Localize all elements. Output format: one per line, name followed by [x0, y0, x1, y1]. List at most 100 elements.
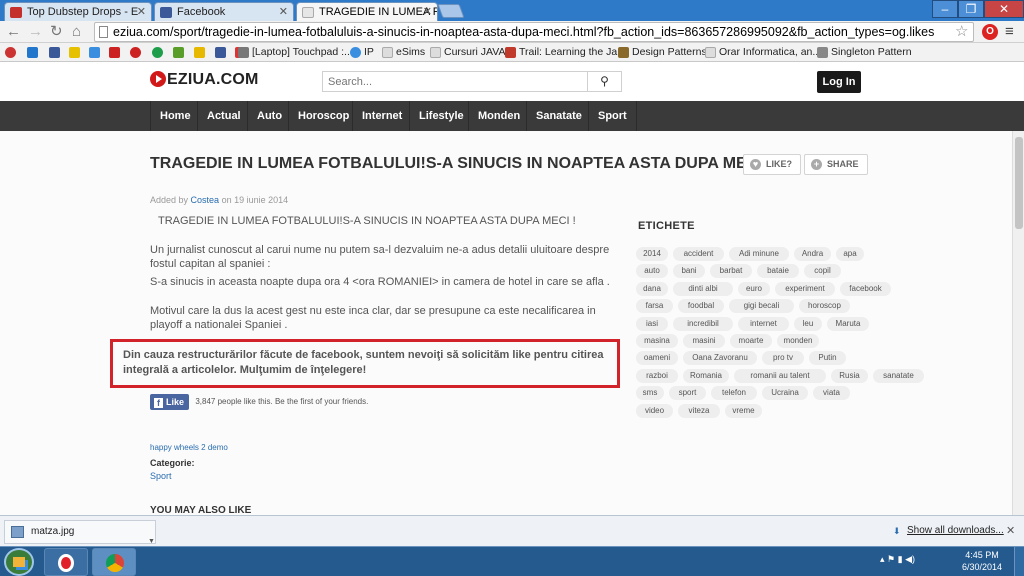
tag-item[interactable]: viata	[813, 386, 850, 401]
login-button[interactable]: Log In	[817, 71, 861, 93]
new-tab-button[interactable]	[437, 4, 465, 18]
facebook-icon[interactable]	[49, 47, 60, 58]
tag-item[interactable]: iasi	[636, 316, 668, 331]
tag-item[interactable]: experiment	[775, 281, 835, 296]
youtube-icon[interactable]	[109, 47, 120, 58]
tag-item[interactable]: horoscop	[799, 299, 850, 314]
nav-sanatate[interactable]: Sanatate	[526, 101, 591, 131]
show-desktop-button[interactable]	[1014, 547, 1024, 576]
tag-item[interactable]: Putin	[809, 351, 846, 366]
tag-item[interactable]: moarte	[730, 334, 772, 348]
taskbar-opera[interactable]	[44, 548, 88, 576]
start-button[interactable]	[4, 548, 34, 576]
nav-horoscop[interactable]: Horoscop	[288, 101, 358, 131]
tag-item[interactable]: foodbal	[678, 299, 724, 314]
close-icon[interactable]: ✕	[1006, 524, 1015, 537]
tab-youtube[interactable]: Top Dubstep Drops - E ✕	[4, 2, 152, 21]
site-logo[interactable]: EZIUA.COM	[150, 71, 259, 89]
close-window-button[interactable]: ✕	[984, 0, 1024, 18]
address-bar[interactable]: eziua.com/sport/tragedie-in-lumea-fotbal…	[94, 22, 974, 42]
system-tray[interactable]: ▴ ⚑ ▮ ◀)	[880, 554, 915, 565]
tag-item[interactable]: Oana Zavoranu	[683, 351, 757, 366]
tag-item[interactable]: monden	[777, 334, 819, 348]
bookmark-icon[interactable]	[69, 47, 80, 58]
tag-item[interactable]: facebook	[840, 281, 891, 296]
share-button[interactable]: + SHARE	[804, 154, 868, 175]
tag-item[interactable]: viteza	[678, 403, 720, 418]
tag-item[interactable]: copil	[804, 264, 841, 279]
tag-item[interactable]: sms	[636, 386, 664, 401]
tag-item[interactable]: accident	[673, 247, 724, 261]
bookmark-icon[interactable]	[130, 47, 141, 58]
tag-item[interactable]: leu	[794, 316, 822, 331]
tag-item[interactable]: sport	[669, 386, 706, 401]
bookmark-icon[interactable]	[173, 47, 184, 58]
tag-item[interactable]: Maruta	[827, 316, 869, 331]
scrollbar-thumb[interactable]	[1015, 137, 1023, 229]
show-all-downloads-link[interactable]: ⬇ Show all downloads...	[893, 525, 1004, 536]
search-input[interactable]	[322, 71, 588, 92]
tag-item[interactable]: Rusia	[831, 368, 868, 383]
happy-wheels-link[interactable]: happy wheels 2 demo	[150, 443, 228, 452]
tag-item[interactable]: auto	[636, 264, 668, 279]
opera-extension-icon[interactable]: O	[982, 24, 998, 40]
tag-item[interactable]: romanii au talent	[734, 368, 826, 383]
like-button[interactable]: ♥ LIKE?	[743, 154, 801, 175]
close-tab-icon[interactable]: ✕	[279, 5, 288, 18]
nav-sport[interactable]: Sport	[588, 101, 637, 131]
search-button[interactable]: ⚲	[588, 71, 622, 92]
tag-item[interactable]: gigi becali	[729, 299, 794, 314]
close-tab-icon[interactable]: ✕	[423, 5, 432, 18]
nav-lifestyle[interactable]: Lifestyle	[409, 101, 473, 131]
bookmark-cursuri-java[interactable]: Cursuri JAVA	[430, 46, 505, 58]
page-scrollbar[interactable]	[1012, 131, 1024, 515]
tag-item[interactable]: apa	[836, 247, 864, 261]
bookmark-icon[interactable]	[215, 47, 226, 58]
minimize-button[interactable]: –	[932, 0, 958, 18]
download-item[interactable]: matza.jpg ▼	[4, 520, 156, 545]
bookmark-design-patterns[interactable]: Design Patterns	[618, 46, 707, 58]
bookmark-icon[interactable]	[152, 47, 163, 58]
tag-item[interactable]: masini	[683, 334, 725, 348]
tag-item[interactable]: sanatate	[873, 368, 924, 383]
tag-item[interactable]: 2014	[636, 247, 668, 261]
bookmark-icon[interactable]	[89, 47, 100, 58]
tag-item[interactable]: bataie	[757, 264, 799, 279]
tag-item[interactable]: bani	[673, 264, 705, 279]
tag-item[interactable]: incredibil	[673, 316, 733, 331]
facebook-like-button[interactable]: f Like	[150, 394, 190, 410]
bookmark-laptop-touchpad[interactable]: [Laptop] Touchpad :...	[238, 46, 353, 58]
tag-item[interactable]: oameni	[636, 351, 678, 366]
tag-item[interactable]: video	[636, 403, 673, 418]
tab-facebook[interactable]: Facebook ✕	[154, 2, 294, 21]
maximize-button[interactable]: ❐	[958, 0, 984, 18]
tag-item[interactable]: vreme	[725, 403, 762, 418]
tag-item[interactable]: razboi	[636, 368, 678, 383]
taskbar-chrome[interactable]	[92, 548, 136, 576]
tag-item[interactable]: Andra	[794, 247, 831, 261]
forward-icon[interactable]: →	[28, 23, 43, 41]
bookmark-singleton[interactable]: Singleton Pattern	[817, 46, 912, 58]
back-icon[interactable]: ←	[6, 23, 21, 41]
tag-item[interactable]: euro	[738, 281, 770, 296]
bookmark-ip[interactable]: IP	[350, 46, 374, 58]
author-link[interactable]: Costea	[191, 195, 220, 205]
chrome-menu-icon[interactable]: ≡	[1005, 23, 1014, 40]
clock[interactable]: 4:45 PM 6/30/2014	[962, 549, 1002, 573]
tag-item[interactable]: masina	[636, 334, 678, 348]
tag-item[interactable]: Romania	[683, 368, 729, 383]
tag-item[interactable]: dinti albi	[673, 281, 733, 296]
nav-auto[interactable]: Auto	[247, 101, 291, 131]
bookmark-icon[interactable]	[5, 47, 16, 58]
nav-home[interactable]: Home	[150, 101, 200, 131]
tag-item[interactable]: pro tv	[762, 351, 804, 366]
tab-article[interactable]: TRAGEDIE IN LUMEA FOTB ✕	[296, 2, 438, 21]
home-icon[interactable]: ⌂	[72, 23, 81, 41]
tag-item[interactable]: internet	[738, 316, 789, 331]
imdb-icon[interactable]	[194, 47, 205, 58]
tag-item[interactable]: dana	[636, 281, 668, 296]
tag-item[interactable]: telefon	[711, 386, 757, 401]
nav-internet[interactable]: Internet	[352, 101, 411, 131]
nav-monden[interactable]: Monden	[468, 101, 529, 131]
tag-item[interactable]: farsa	[636, 299, 673, 314]
